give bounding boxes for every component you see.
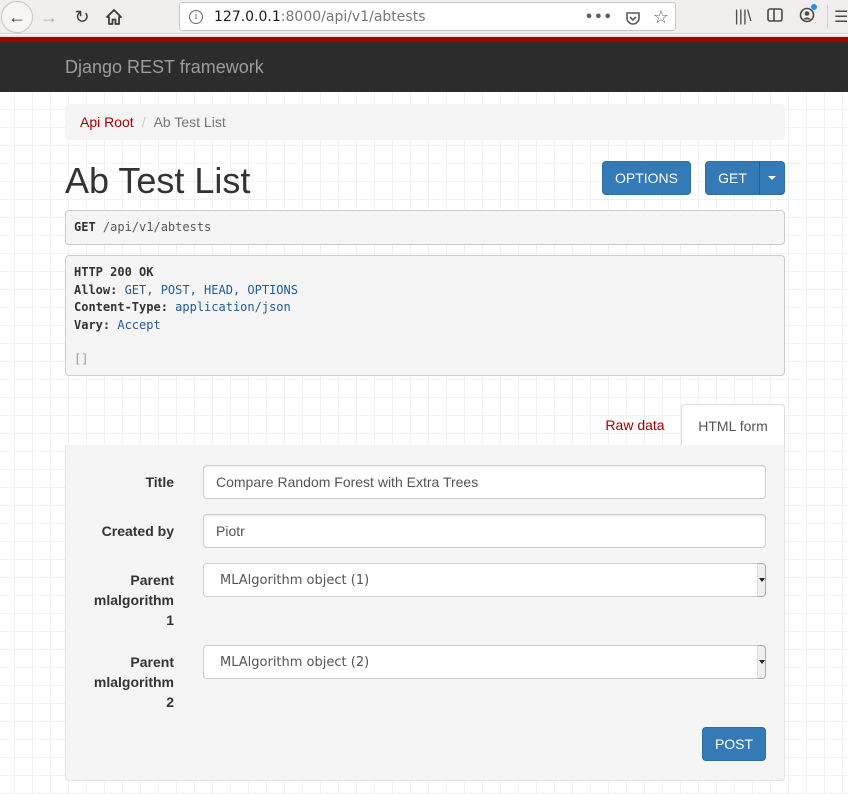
- account-icon[interactable]: [791, 3, 823, 28]
- dropdown-arrow-icon[interactable]: [757, 645, 766, 679]
- sidebar-icon[interactable]: [759, 7, 791, 27]
- header-value: Accept: [110, 317, 161, 332]
- response-info: HTTP 200 OK Allow: GET, POST, HEAD, OPTIO…: [65, 255, 785, 376]
- breadcrumb-api-root[interactable]: Api Root: [80, 114, 134, 130]
- request-info: GET /api/v1/abtests: [65, 210, 785, 245]
- form-tabs: Raw data HTML form: [65, 404, 785, 447]
- back-button[interactable]: ←: [1, 1, 33, 33]
- home-button[interactable]: [99, 2, 129, 32]
- toolbar-separator: [827, 5, 828, 29]
- title-input[interactable]: [203, 465, 766, 499]
- label-line: mlalgorithm: [93, 674, 174, 690]
- response-status: HTTP 200 OK: [74, 265, 154, 279]
- forward-icon: →: [40, 6, 58, 27]
- label-line: Parent: [130, 572, 174, 588]
- browser-toolbar: ← → ↻ i 127.0.0.1:8000/api/v1/abtests ••…: [0, 0, 848, 34]
- breadcrumb: Api Root / Ab Test List: [65, 104, 785, 140]
- page-title: Ab Test List: [65, 160, 251, 201]
- caret-down-icon: [768, 176, 776, 180]
- reload-icon: ↻: [74, 6, 90, 27]
- home-icon: [106, 9, 122, 25]
- request-path: /api/v1/abtests: [95, 220, 212, 234]
- more-icon[interactable]: •••: [585, 10, 613, 25]
- label-line: 2: [166, 694, 174, 710]
- library-icon[interactable]: |||\: [727, 8, 759, 26]
- url-bar[interactable]: i 127.0.0.1:8000/api/v1/abtests ••• ☆: [179, 2, 676, 31]
- selected-value: MLAlgorithm object (1): [220, 572, 370, 588]
- parent-mlalgorithm-1-select[interactable]: MLAlgorithm object (1): [203, 563, 766, 597]
- url-host: 127.0.0.1: [214, 8, 281, 25]
- back-icon: ←: [8, 6, 26, 27]
- parent-mlalgorithm-2-select[interactable]: MLAlgorithm object (2): [203, 645, 766, 679]
- request-method: GET: [74, 220, 96, 234]
- menu-icon[interactable]: ☰: [834, 7, 848, 27]
- get-format-dropdown[interactable]: [760, 161, 785, 195]
- parent-mlalgorithm-1-label: Parent mlalgorithm 1: [66, 570, 174, 630]
- breadcrumb-separator: /: [141, 114, 146, 130]
- selected-value: MLAlgorithm object (2): [220, 654, 370, 670]
- header-value: GET, POST, HEAD, OPTIONS: [117, 282, 298, 297]
- created-by-label: Created by: [101, 523, 174, 539]
- info-icon[interactable]: i: [189, 9, 203, 24]
- label-line: mlalgorithm: [93, 592, 174, 608]
- created-by-input[interactable]: [203, 514, 766, 548]
- label-line: Parent: [130, 654, 174, 670]
- navbar: Django REST framework: [0, 42, 848, 92]
- bookmark-star-icon[interactable]: ☆: [653, 7, 669, 28]
- dropdown-arrow-icon[interactable]: [757, 563, 766, 597]
- tab-raw-data[interactable]: Raw data: [590, 404, 680, 446]
- response-header: Content-Type: application/json: [74, 299, 776, 317]
- post-button[interactable]: POST: [702, 727, 766, 761]
- header-key: Allow:: [74, 282, 118, 297]
- response-body: []: [74, 352, 89, 366]
- notification-dot: [811, 3, 817, 10]
- tab-html-form[interactable]: HTML form: [681, 404, 785, 447]
- title-label: Title: [145, 474, 174, 490]
- get-button[interactable]: GET: [705, 161, 760, 195]
- header-key: Vary:: [74, 317, 111, 332]
- url-path: :8000/api/v1/abtests: [280, 8, 426, 25]
- reload-button[interactable]: ↻: [67, 2, 97, 32]
- header-key: Content-Type:: [74, 300, 168, 314]
- response-header: Vary: Accept: [74, 317, 776, 335]
- options-button[interactable]: OPTIONS: [602, 161, 691, 195]
- header-value: application/json: [167, 300, 291, 314]
- pocket-icon[interactable]: [625, 10, 641, 26]
- get-button-group: GET: [705, 161, 785, 195]
- parent-mlalgorithm-2-label: Parent mlalgorithm 2: [66, 652, 174, 712]
- html-form: Title Created by Parent mlalgorithm 1 ML…: [65, 445, 785, 781]
- breadcrumb-current: Ab Test List: [153, 114, 226, 130]
- response-header: Allow: GET, POST, HEAD, OPTIONS: [74, 282, 776, 300]
- forward-button[interactable]: →: [34, 2, 64, 32]
- label-line: 1: [166, 612, 174, 628]
- brand-link[interactable]: Django REST framework: [65, 57, 264, 78]
